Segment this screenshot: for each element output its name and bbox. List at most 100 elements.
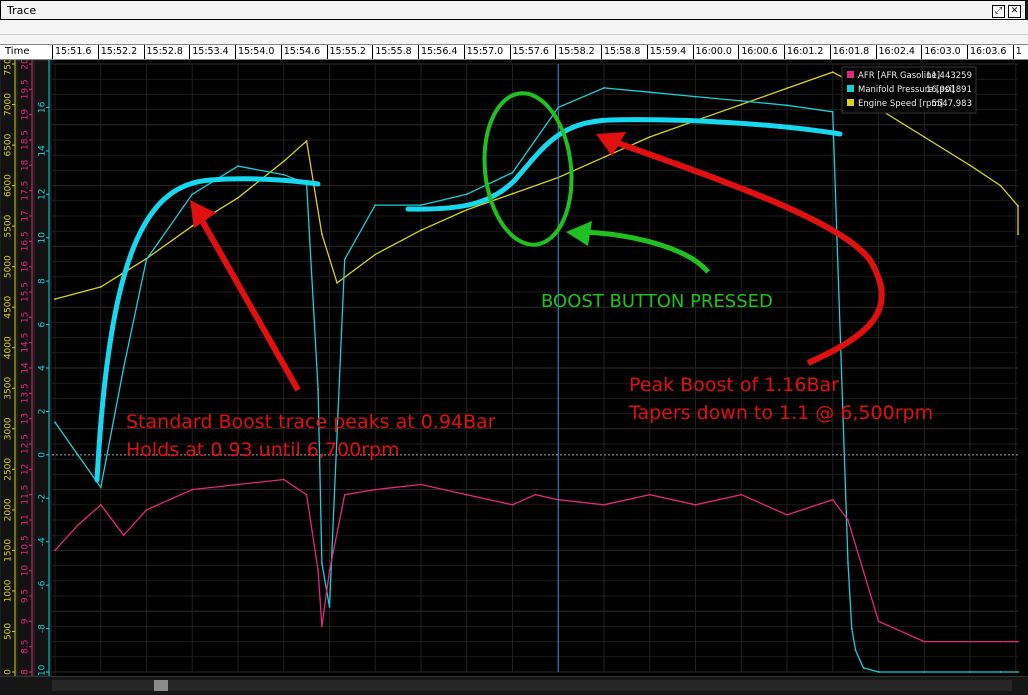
- axis-manifold-pressure: 16 14 12 10 8 6 4 2 0 -2 -4 -6 -8 -10: [33, 60, 52, 676]
- data-point: [99, 486, 102, 489]
- annotation-boost-button: BOOST BUTTON PRESSED: [541, 291, 773, 312]
- time-tick-mark: [372, 45, 374, 59]
- axis-tick-label: 3500: [4, 377, 14, 400]
- legend-value: 11.443259: [926, 71, 972, 81]
- data-point: [305, 140, 308, 142]
- axis-tick-label: 11: [21, 514, 31, 525]
- data-point: [786, 514, 788, 516]
- time-tick-label: 16:00.0: [695, 46, 732, 57]
- axis-tick-label: 12.5: [21, 434, 31, 454]
- data-point: [374, 204, 377, 207]
- axis-tick-label: 10.5: [21, 535, 31, 555]
- time-tick-mark: [189, 45, 191, 59]
- data-point: [923, 136, 926, 138]
- data-point: [999, 671, 1002, 673]
- axis-tick-label: 0: [38, 452, 48, 458]
- axis-tick-label: 1000: [4, 579, 14, 602]
- axis-tick-label: 0: [4, 669, 14, 675]
- data-point: [923, 671, 926, 673]
- data-point: [282, 173, 285, 176]
- annotation-standard-boost-line2: Holds at 0.93 until 6,700rpm: [126, 439, 400, 461]
- axis-tick-label: 16.5: [21, 231, 31, 251]
- data-point: [534, 493, 537, 496]
- time-tick-mark: [829, 45, 831, 59]
- data-point: [282, 478, 285, 481]
- axis-tick-label: 17.5: [21, 181, 31, 201]
- time-tick-label: 16:00.6: [741, 46, 778, 57]
- data-point: [122, 367, 125, 369]
- axis-tick-label: 4: [38, 365, 48, 371]
- axis-tick-label: 12: [21, 464, 31, 475]
- data-point: [854, 649, 857, 652]
- data-point: [694, 95, 697, 98]
- data-point: [420, 229, 422, 232]
- trace-window: Trace ⤢ ✕ Time 15:51.6 15:52.2 15:52.8 15:5…: [0, 0, 1028, 695]
- data-point: [999, 184, 1002, 187]
- data-point: [145, 509, 148, 511]
- time-tick-label: 15:57.0: [466, 46, 504, 57]
- time-axis-label: Time: [5, 46, 30, 57]
- data-point: [969, 164, 971, 167]
- data-point: [511, 503, 514, 506]
- data-point: [465, 193, 468, 196]
- data-point: [648, 493, 651, 496]
- time-tick-mark: [921, 45, 923, 59]
- time-tick-label: 1: [1015, 46, 1022, 57]
- time-tick-mark: [738, 45, 740, 59]
- axis-tick-label: 10: [21, 565, 31, 577]
- legend-swatch: [847, 71, 854, 78]
- data-point: [54, 549, 56, 552]
- time-tick-label: 15:52.2: [100, 46, 138, 57]
- axis-tick-label: 15.5: [21, 282, 31, 302]
- data-point: [534, 139, 537, 141]
- data-point: [831, 110, 834, 113]
- title-bar: Trace ⤢ ✕: [0, 0, 1026, 20]
- legend-value: 16.901891: [926, 85, 972, 95]
- axis-tick-label: 16: [38, 101, 48, 113]
- data-point: [1017, 640, 1019, 643]
- data-point: [847, 519, 849, 521]
- data-point: [305, 493, 308, 496]
- data-point: [317, 569, 319, 572]
- time-tick-mark: [326, 45, 328, 59]
- data-point: [465, 493, 468, 496]
- axis-tick-label: 14: [38, 145, 48, 157]
- data-point: [969, 640, 971, 643]
- data-point: [603, 156, 605, 159]
- axis-tick-label: 8: [38, 278, 48, 284]
- data-point: [877, 620, 880, 623]
- time-tick-mark: [555, 45, 557, 59]
- time-tick-mark: [601, 45, 602, 59]
- axis-tick-label: 13: [21, 413, 31, 424]
- data-point: [847, 562, 849, 565]
- close-icon[interactable]: ✕: [1008, 5, 1021, 18]
- data-point: [648, 91, 651, 94]
- horizontal-scrollbar[interactable]: [0, 676, 1028, 695]
- scroll-track[interactable]: [52, 680, 1012, 691]
- window-title: Trace: [7, 4, 37, 17]
- maximize-icon[interactable]: ⤢: [992, 5, 1005, 18]
- axis-tick-label: 11.5: [21, 485, 31, 505]
- time-tick-label: 15:58.8: [604, 46, 641, 57]
- data-point: [786, 104, 788, 107]
- data-point: [343, 258, 346, 261]
- data-point: [603, 87, 605, 89]
- time-tick-label: 15:57.6: [512, 46, 549, 57]
- scroll-thumb[interactable]: [154, 680, 168, 691]
- data-point: [420, 483, 422, 486]
- data-point: [831, 498, 834, 501]
- toolbar: [0, 20, 1028, 35]
- axis-tick-label: 12: [38, 189, 48, 200]
- data-point: [511, 192, 514, 195]
- data-point: [786, 87, 788, 90]
- axis-tick-label: 9.5: [21, 589, 31, 603]
- axis-tick-label: 16: [21, 261, 31, 273]
- data-point: [343, 493, 346, 496]
- time-tick-mark: [418, 45, 419, 59]
- axis-tick-label: 4000: [4, 336, 14, 359]
- time-tick-mark: [967, 45, 968, 59]
- trace-chart[interactable]: 7500700065006000550050004500400035003000…: [0, 60, 1028, 676]
- time-tick-label: 16:01.8: [832, 46, 870, 57]
- time-tick-label: 16:01.2: [787, 46, 824, 57]
- time-tick-label: 15:51.6: [55, 46, 92, 57]
